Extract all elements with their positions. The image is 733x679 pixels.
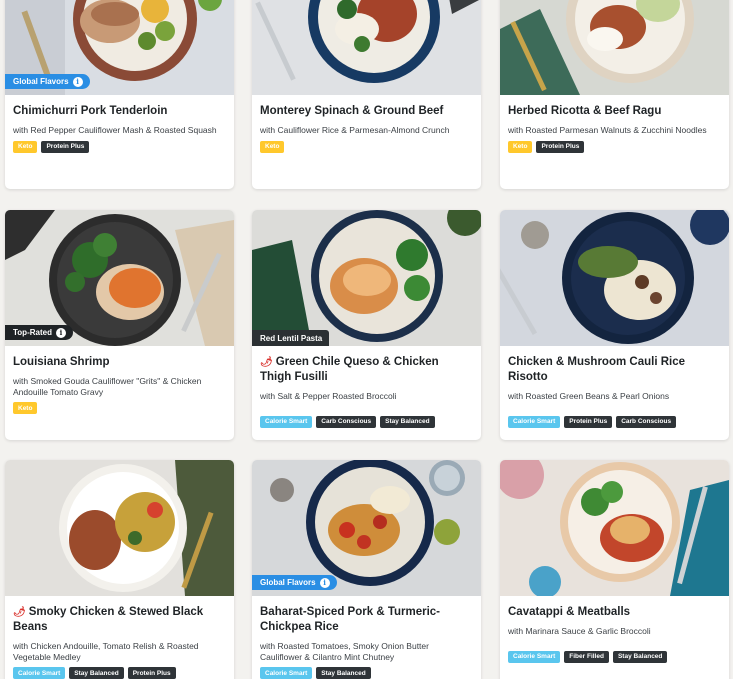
spicy-chili-icon: 🌶 — [260, 357, 273, 368]
tag-fiber-filled: Fiber Filled — [564, 650, 609, 663]
recipe-card[interactable]: Global Flavors i Baharat-Spiced Pork & T… — [252, 460, 481, 679]
recipe-title[interactable]: Monterey Spinach & Ground Beef — [260, 104, 473, 119]
recipe-title[interactable]: Herbed Ricotta & Beef Ragu — [508, 104, 721, 119]
global-flavors-flag[interactable]: Global Flavors i — [252, 575, 337, 590]
recipe-title[interactable]: Cavatappi & Meatballs — [508, 605, 721, 620]
tag-calorie-smart: Calorie Smart — [260, 415, 313, 428]
info-icon[interactable]: i — [55, 327, 66, 338]
recipe-subtitle: with Roasted Parmesan Walnuts & Zucchini… — [508, 125, 707, 135]
tag-keto: Keto — [508, 140, 533, 153]
recipe-card[interactable]: 🌶 Smoky Chicken & Stewed Black Beans with… — [5, 460, 234, 679]
recipe-subtitle: with Salt & Pepper Roasted Broccoli — [260, 391, 397, 401]
top-rated-flag[interactable]: Top-Rated i — [5, 325, 73, 340]
recipe-subtitle: with Roasted Green Beans & Pearl Onions — [508, 391, 670, 401]
tag-protein-plus: Protein Plus — [41, 140, 90, 153]
tag-carb-conscious: Carb Conscious — [616, 415, 677, 428]
recipe-subtitle: with Roasted Tomatoes, Smoky Onion Butte… — [260, 641, 429, 662]
tag-calorie-smart: Calorie Smart — [508, 650, 561, 663]
recipe-subtitle: with Smoked Gouda Cauliflower "Grits" & … — [13, 376, 202, 397]
tag-calorie-smart: Calorie Smart — [260, 667, 313, 679]
global-flavors-flag[interactable]: Global Flavors i — [5, 74, 90, 89]
tag-keto: Keto — [13, 402, 38, 414]
recipe-title[interactable]: 🌶 Smoky Chicken & Stewed Black Beans — [13, 605, 226, 635]
tag-protein-plus: Protein Plus — [564, 415, 613, 428]
recipe-photo[interactable]: Global Flavors i — [252, 460, 481, 596]
recipe-photo[interactable] — [500, 210, 729, 346]
spicy-chili-icon: 🌶 — [13, 607, 26, 618]
recipe-card[interactable]: Global Flavors i Chimichurri Pork Tender… — [5, 0, 234, 189]
recipe-subtitle: with Marinara Sauce & Garlic Broccoli — [508, 626, 651, 636]
recipe-photo[interactable]: Global Flavors i — [5, 0, 234, 95]
recipe-photo[interactable] — [252, 0, 481, 95]
recipe-card[interactable]: Chicken & Mushroom Cauli Rice Risotto wi… — [500, 210, 729, 440]
tag-carb-conscious: Carb Conscious — [316, 415, 377, 428]
tag-protein-plus: Protein Plus — [536, 140, 585, 153]
recipe-title[interactable]: 🌶 Green Chile Queso & Chicken Thigh Fusil… — [260, 355, 473, 385]
tag-calorie-smart: Calorie Smart — [13, 667, 66, 679]
info-icon[interactable]: i — [72, 76, 83, 87]
tag-stay-balanced: Stay Balanced — [612, 650, 668, 663]
recipe-card[interactable]: Herbed Ricotta & Beef Ragu with Roasted … — [500, 0, 729, 189]
tag-calorie-smart: Calorie Smart — [508, 415, 561, 428]
tag-stay-balanced: Stay Balanced — [380, 415, 435, 428]
tag-protein-plus: Protein Plus — [127, 667, 176, 679]
tag-keto: Keto — [13, 140, 38, 153]
recipe-subtitle: with Red Pepper Cauliflower Mash & Roast… — [13, 125, 217, 135]
recipe-card[interactable]: Top-Rated i Louisiana Shrimp with Smoked… — [5, 210, 234, 440]
tag-stay-balanced: Stay Balanced — [316, 667, 371, 679]
recipe-photo[interactable] — [5, 460, 234, 596]
red-lentil-pasta-flag: Red Lentil Pasta — [252, 330, 330, 346]
recipe-photo[interactable]: Red Lentil Pasta — [252, 210, 481, 346]
recipe-title[interactable]: Baharat-Spiced Pork & Turmeric-Chickpea … — [260, 605, 473, 635]
recipe-card[interactable]: Monterey Spinach & Ground Beef with Caul… — [252, 0, 481, 189]
recipe-title[interactable]: Chimichurri Pork Tenderloin — [13, 104, 226, 119]
recipe-subtitle: with Cauliflower Rice & Parmesan-Almond … — [260, 125, 450, 135]
recipe-card[interactable]: Red Lentil Pasta 🌶 Green Chile Queso & Ch… — [252, 210, 481, 440]
tag-stay-balanced: Stay Balanced — [69, 667, 124, 679]
info-icon[interactable]: i — [319, 577, 330, 588]
recipe-card[interactable]: Cavatappi & Meatballs with Marinara Sauc… — [500, 460, 729, 679]
recipe-title[interactable]: Chicken & Mushroom Cauli Rice Risotto — [508, 355, 721, 385]
recipe-photo[interactable] — [500, 0, 729, 95]
recipe-title[interactable]: Louisiana Shrimp — [13, 355, 226, 370]
recipe-photo[interactable] — [500, 460, 729, 596]
recipe-subtitle: with Chicken Andouille, Tomato Relish & … — [13, 641, 199, 662]
tag-keto: Keto — [260, 140, 285, 153]
recipe-photo[interactable]: Top-Rated i — [5, 210, 234, 346]
